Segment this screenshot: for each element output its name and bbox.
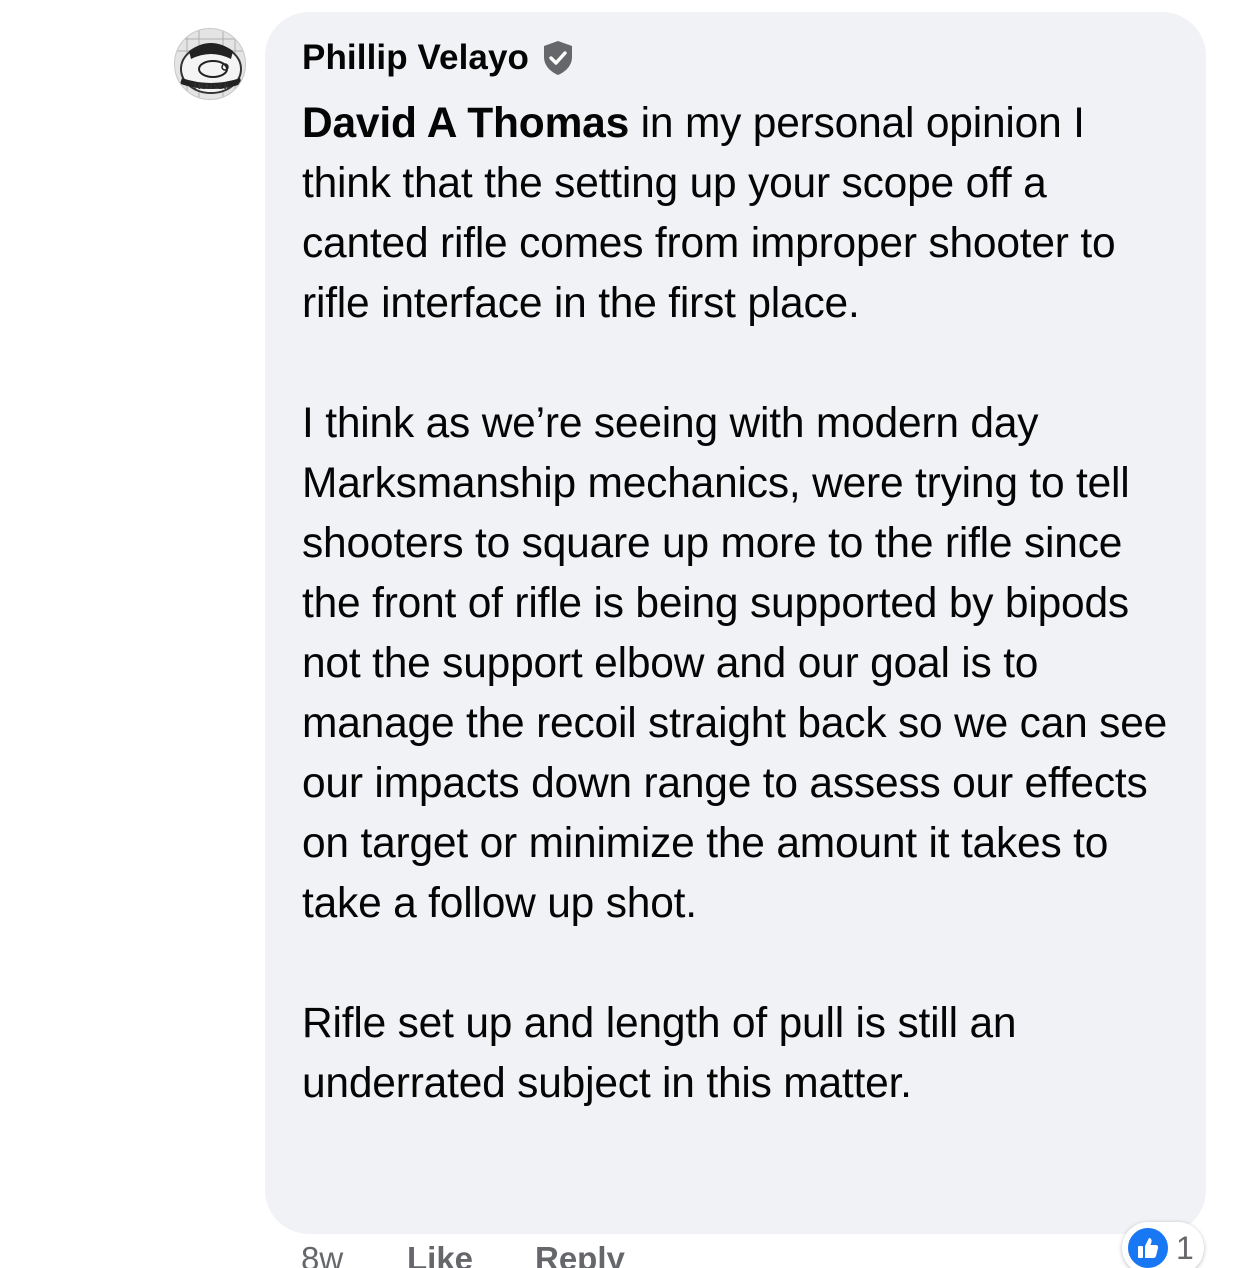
comment-paragraph-1: David A Thomas in my personal opinion I … — [302, 94, 1170, 334]
avatar[interactable]: TRAINER — [174, 28, 246, 100]
author-name[interactable]: Phillip Velayo — [302, 38, 529, 78]
verified-shield-icon — [541, 39, 575, 77]
timestamp[interactable]: 8w — [301, 1240, 407, 1268]
reactions-badge[interactable]: 1 — [1122, 1222, 1204, 1268]
reaction-count: 1 — [1176, 1229, 1194, 1266]
comment-thread: TRAINER Phillip Velayo David A Thomas in… — [0, 0, 1242, 1268]
comment-actions: 8w Like Reply — [301, 1240, 625, 1268]
thumbs-up-icon — [1126, 1226, 1170, 1268]
author-row: Phillip Velayo — [302, 36, 1170, 80]
comment-paragraph-3: Rifle set up and length of pull is still… — [302, 1000, 1017, 1107]
like-button[interactable]: Like — [407, 1240, 535, 1268]
avatar-text: TRAINER — [193, 82, 230, 91]
comment-bubble: Phillip Velayo David A Thomas in my pers… — [265, 12, 1206, 1234]
comment-text: David A Thomas in my personal opinion I … — [302, 94, 1170, 1114]
avatar-image: TRAINER — [175, 29, 245, 99]
mention-link[interactable]: David A Thomas — [302, 100, 629, 147]
reply-button[interactable]: Reply — [535, 1240, 625, 1268]
comment-paragraph-2: I think as we’re seeing with modern day … — [302, 400, 1168, 927]
